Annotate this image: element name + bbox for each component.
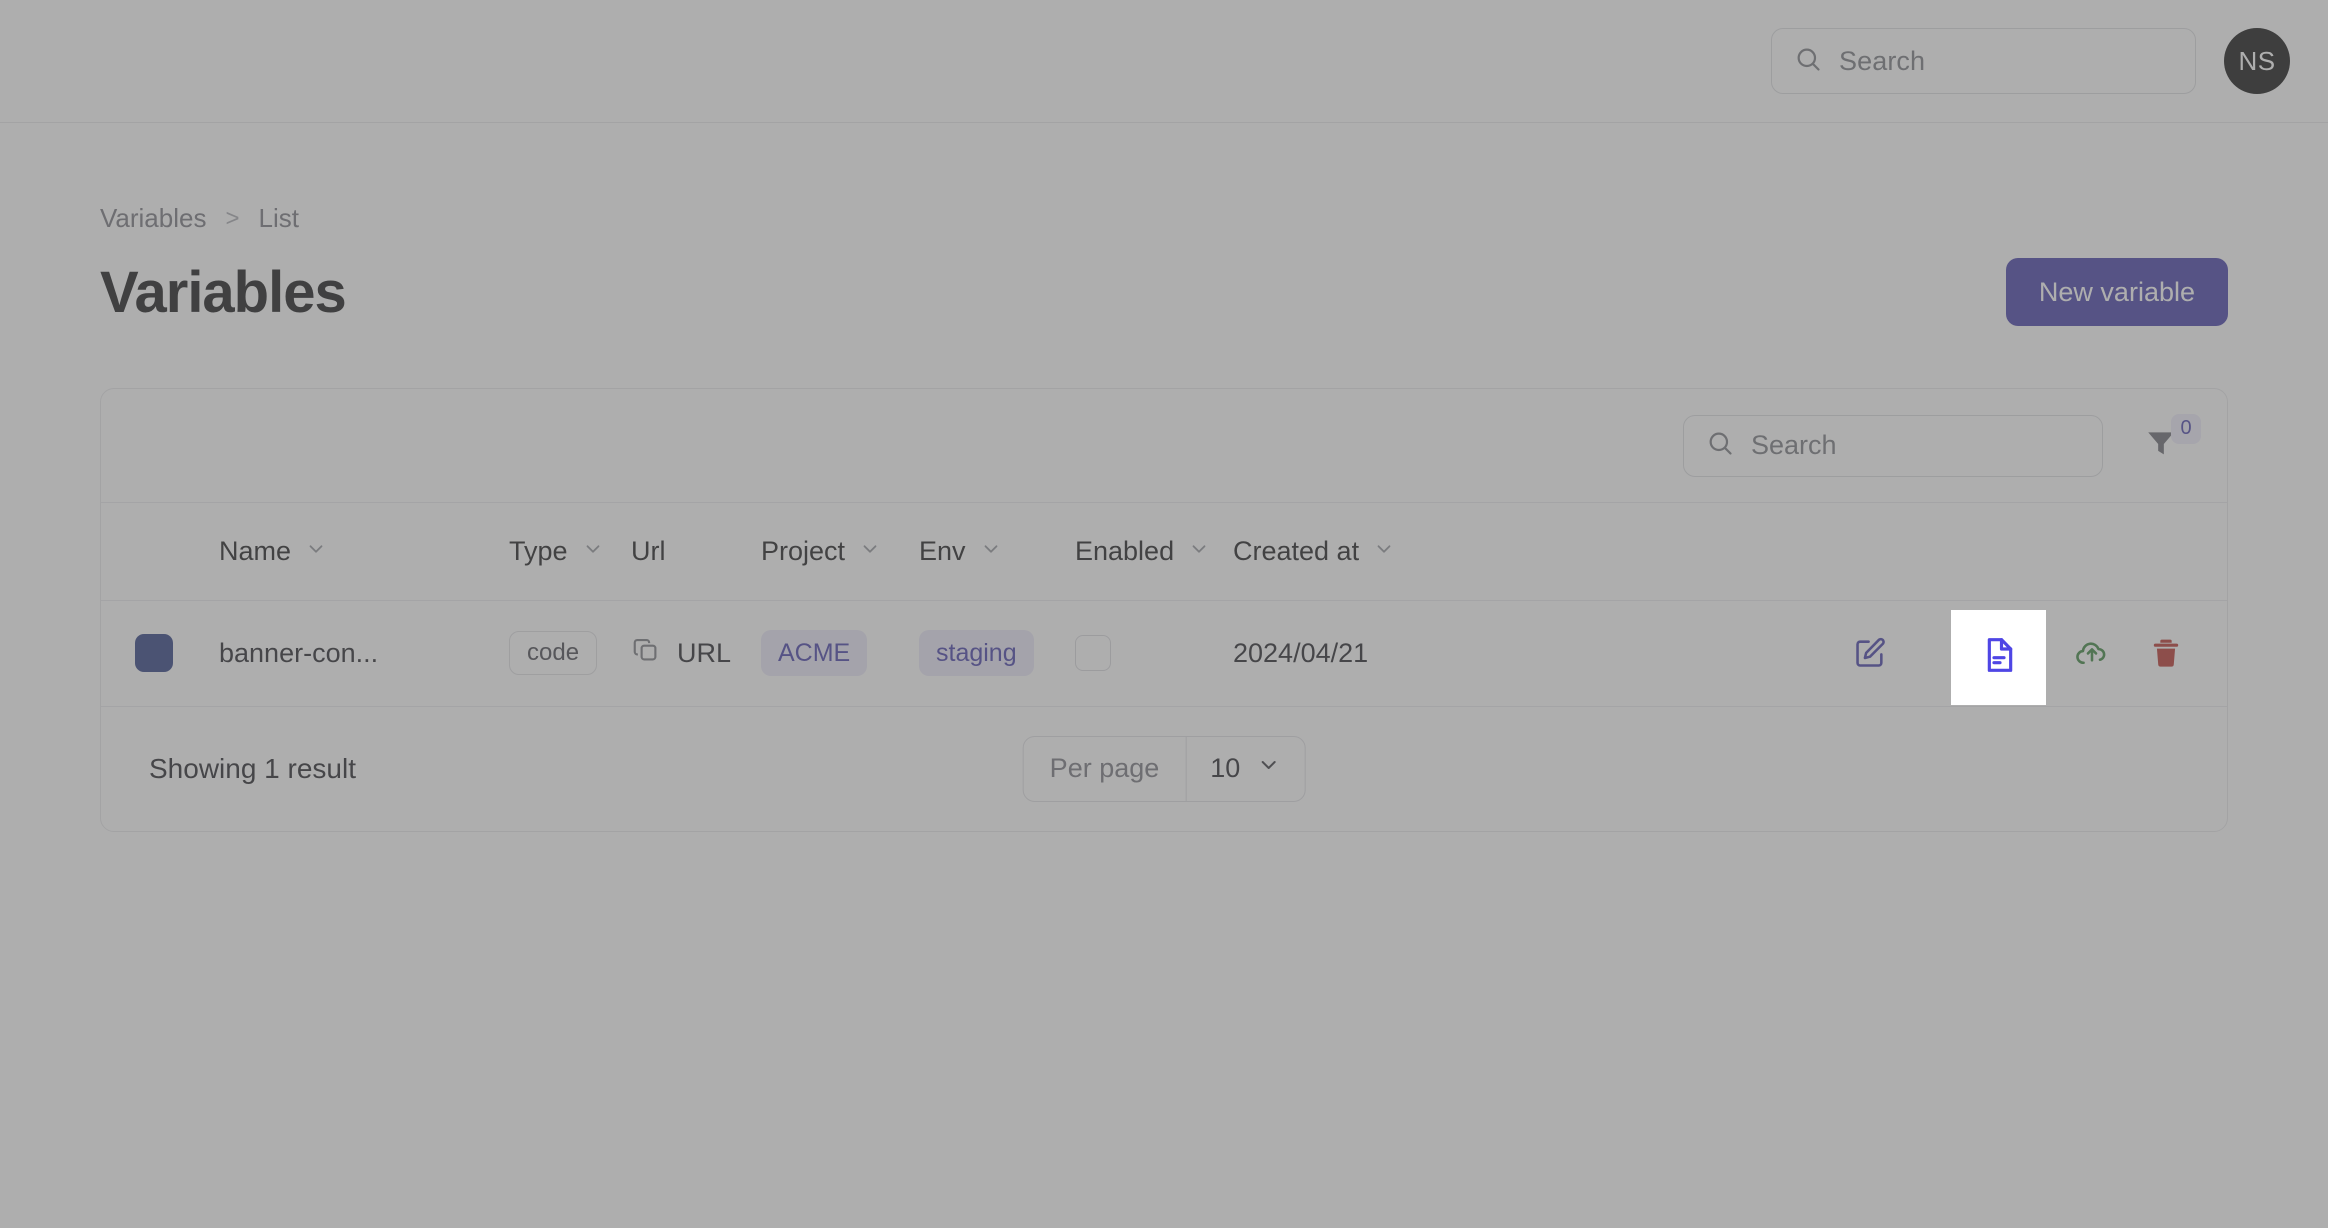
column-header-created-at[interactable]: Created at (1233, 503, 1465, 601)
document-icon[interactable] (1979, 635, 2019, 680)
column-label: Type (509, 535, 568, 566)
cell-color (101, 600, 219, 707)
top-bar: Search NS (0, 0, 2328, 123)
column-label: Created at (1233, 535, 1360, 566)
variables-table: Name Type Url Project Env Enabled Create… (101, 503, 2227, 707)
per-page-control: Per page 10 (1022, 735, 1306, 802)
column-label: Project (761, 535, 846, 566)
avatar[interactable]: NS (2224, 28, 2290, 94)
table-body: banner-con... code URL ACME staging 2024… (101, 600, 2227, 707)
cell-actions (1465, 600, 2227, 707)
search-icon (1794, 45, 1822, 78)
chevron-down-icon (582, 536, 604, 567)
cell-created-at: 2024/04/21 (1233, 600, 1465, 707)
cloud-upload-icon[interactable] (2073, 634, 2111, 672)
table-search-input[interactable]: Search (1683, 414, 2103, 477)
cell-env: staging (919, 600, 1075, 707)
cell-url: URL (631, 600, 761, 707)
breadcrumb-item-list[interactable]: List (258, 203, 298, 234)
row-actions (1465, 634, 2227, 672)
cell-enabled (1075, 600, 1233, 707)
chevron-down-icon (1373, 536, 1395, 567)
column-label: Env (919, 535, 966, 566)
column-header-enabled[interactable]: Enabled (1075, 503, 1233, 601)
copy-icon[interactable] (631, 635, 661, 672)
cell-type: code (509, 600, 631, 707)
breadcrumb-item-variables[interactable]: Variables (100, 203, 206, 234)
cell-name: banner-con... (219, 600, 509, 707)
chevron-down-icon (1188, 536, 1210, 567)
page-title: Variables (100, 259, 347, 325)
column-header-project[interactable]: Project (761, 503, 919, 601)
chevron-right-icon: > (225, 204, 240, 232)
table-header: Name Type Url Project Env Enabled Create… (101, 503, 2227, 601)
new-variable-button[interactable]: New variable (2005, 258, 2228, 326)
filter-button[interactable]: 0 (2133, 413, 2201, 474)
project-badge: ACME (761, 630, 868, 676)
column-header-type[interactable]: Type (509, 503, 631, 601)
app-root: Search NS Variables > List Variables New… (0, 0, 2328, 1228)
global-search-input[interactable]: Search (1771, 28, 2196, 94)
table-header-row: Name Type Url Project Env Enabled Create… (101, 503, 2227, 601)
chevron-down-icon (1256, 753, 1280, 784)
column-header-url: Url (631, 503, 761, 601)
column-label: Url (631, 535, 666, 566)
type-badge: code (509, 631, 598, 675)
search-icon (1706, 429, 1734, 462)
table-search-placeholder: Search (1751, 430, 1837, 460)
global-search-placeholder: Search (1839, 45, 1926, 76)
table-toolbar: Search 0 (101, 389, 2227, 503)
column-label: Enabled (1075, 535, 1175, 566)
breadcrumb: Variables > List (100, 203, 2228, 234)
per-page-select[interactable]: 10 (1186, 737, 1304, 801)
cell-project: ACME (761, 600, 919, 707)
document-action-highlight[interactable] (1951, 610, 2046, 705)
url-label: URL (677, 637, 732, 668)
table-footer: Showing 1 result Per page 10 (101, 707, 2227, 831)
color-swatch (135, 634, 173, 672)
column-header-name[interactable]: Name (219, 503, 509, 601)
delete-icon[interactable] (2147, 634, 2185, 672)
column-header-env[interactable]: Env (919, 503, 1075, 601)
edit-icon[interactable] (1851, 634, 1889, 672)
chevron-down-icon (305, 536, 327, 567)
filter-count-badge: 0 (2171, 413, 2201, 444)
chevron-down-icon (980, 536, 1002, 567)
avatar-initials: NS (2238, 45, 2276, 76)
column-label: Name (219, 535, 292, 566)
variables-card: Search 0 Name Type Url Project Env Enabl… (100, 388, 2228, 832)
column-header-actions (1465, 503, 2227, 601)
per-page-value: 10 (1210, 753, 1241, 783)
column-header-color (101, 503, 219, 601)
enabled-checkbox[interactable] (1075, 635, 1111, 671)
per-page-label: Per page (1024, 736, 1187, 801)
result-count: Showing 1 result (149, 752, 357, 784)
table-row[interactable]: banner-con... code URL ACME staging 2024… (101, 600, 2227, 707)
chevron-down-icon (859, 536, 881, 567)
env-badge: staging (919, 630, 1034, 676)
page-header: Variables New variable (100, 258, 2228, 326)
